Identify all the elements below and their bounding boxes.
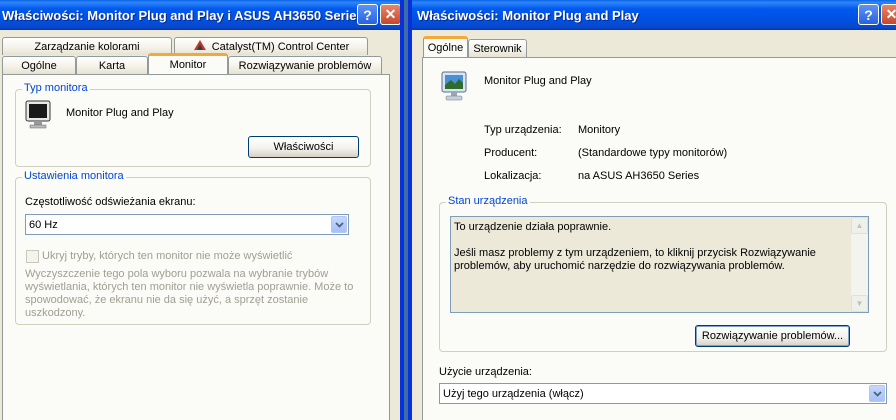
title-bar[interactable]: Właściwości: Monitor Plug and Play ? ✕ [412,0,896,30]
device-status-textarea[interactable]: To urządzenie działa poprawnie. Jeśli ma… [450,216,869,313]
title-bar[interactable]: Właściwości: Monitor Plug and Play i ASU… [0,0,400,30]
monitor-type-group: Typ monitora Monitor Plug and Play Właśc… [15,82,371,167]
scroll-down-icon[interactable]: ▼ [851,295,868,312]
monitor-icon [440,71,470,106]
properties-button[interactable]: Właściwości [248,136,359,158]
window-title: Właściwości: Monitor Plug and Play i ASU… [2,7,364,23]
location-value: na ASUS AH3650 Series [578,170,700,182]
scroll-up-icon[interactable]: ▲ [851,217,868,234]
manufacturer-value: (Standardowe typy monitorów) [578,147,728,159]
refresh-rate-label: Częstotliwość odświeżania ekranu: [25,196,196,208]
tab-adapter[interactable]: Karta [76,56,148,74]
tab-general[interactable]: Ogólne [423,36,468,57]
hide-modes-label: Ukryj tryby, których ten monitor nie moż… [42,250,293,262]
tab-color-management[interactable]: Zarządzanie kolorami [2,37,172,55]
hide-modes-description: Wyczyszczenie tego pola wyboru pozwala n… [25,268,354,319]
device-status-title: Stan urządzenia [446,195,530,207]
device-usage-select[interactable]: Użyj tego urządzenia (włącz) [439,383,887,404]
tab-driver[interactable]: Sterownik [468,39,527,57]
status-help-line: problemów, aby uruchomić narzędzie do ro… [454,260,785,272]
tab-panel: Monitor Plug and Play Typ urządzenia: Mo… [422,57,896,420]
monitor-name: Monitor Plug and Play [66,107,174,119]
tab-monitor[interactable]: Monitor [148,53,228,74]
status-line: To urządzenie działa poprawnie. [454,221,612,233]
chevron-down-icon[interactable] [331,216,347,233]
monitor-properties-window: Właściwości: Monitor Plug and Play i ASU… [0,0,404,420]
hide-modes-checkbox[interactable] [26,250,39,263]
monitor-icon [25,100,51,133]
catalyst-icon [193,39,207,54]
tab-troubleshoot[interactable]: Rozwiązywanie problemów [228,56,382,74]
chevron-down-icon[interactable] [869,385,885,402]
close-button[interactable]: ✕ [881,4,896,25]
device-type-value: Monitory [578,124,621,136]
device-usage-value: Użyj tego urządzenia (włącz) [443,387,584,400]
help-button[interactable]: ? [858,4,879,25]
manufacturer-label: Producent: [484,147,538,159]
device-name: Monitor Plug and Play [484,75,592,87]
device-type-label: Typ urządzenia: [484,124,562,136]
monitor-type-title: Typ monitora [22,82,90,94]
close-button[interactable]: ✕ [380,4,400,25]
tab-general[interactable]: Ogólne [2,56,76,74]
status-help-line: Jeśli masz problemy z tym urządzeniem, t… [454,247,816,259]
refresh-rate-select[interactable]: 60 Hz [25,214,349,235]
device-status-group: Stan urządzenia To urządzenie działa pop… [439,195,887,352]
monitor-settings-group: Ustawienia monitora Częstotliwość odświe… [15,170,371,325]
device-usage-label: Użycie urządzenia: [439,366,532,378]
location-label: Lokalizacja: [484,170,542,182]
refresh-rate-value: 60 Hz [29,218,58,231]
tab-panel: Typ monitora Monitor Plug and Play Właśc… [2,74,390,420]
troubleshoot-button[interactable]: Rozwiązywanie problemów... [695,325,850,347]
device-properties-window: Właściwości: Monitor Plug and Play ? ✕ O… [408,0,896,420]
help-button[interactable]: ? [357,4,378,25]
monitor-settings-title: Ustawienia monitora [22,170,126,182]
vertical-scrollbar[interactable]: ▲ ▼ [851,217,868,312]
window-title: Właściwości: Monitor Plug and Play [417,7,639,23]
